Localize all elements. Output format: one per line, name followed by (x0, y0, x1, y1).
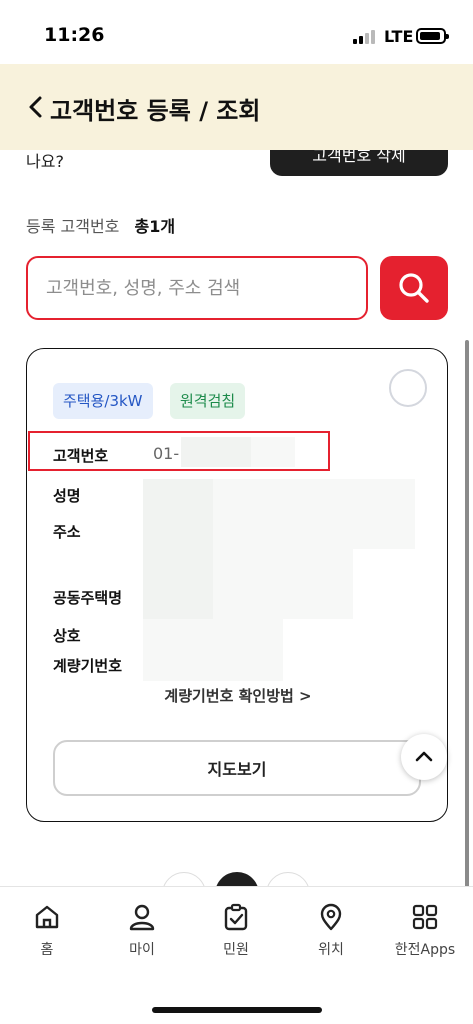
tab-location-label: 위치 (318, 942, 344, 958)
customer-number-value: 01- (153, 444, 180, 463)
battery-icon (416, 28, 449, 44)
masked-customer-number (181, 437, 251, 467)
business-label: 상호 (53, 627, 81, 645)
tab-home-label: 홈 (40, 942, 54, 958)
page-header: 고객번호 등록 / 조회 (0, 64, 473, 150)
collapse-button[interactable] (401, 734, 447, 780)
tab-kepco-apps[interactable]: 한전Apps (378, 903, 472, 967)
person-icon (129, 904, 155, 931)
network-label: LTE (384, 27, 414, 46)
masked-address-2 (283, 479, 353, 549)
search-button[interactable] (380, 256, 448, 320)
masked-apartment-3 (283, 549, 353, 619)
home-indicator[interactable] (152, 1007, 322, 1013)
search-box (26, 256, 368, 320)
masked-address-1 (213, 479, 283, 549)
tab-kepco-apps-label: 한전Apps (394, 942, 456, 958)
apps-grid-icon (412, 904, 438, 930)
back-arrow-icon[interactable] (26, 94, 48, 120)
masked-customer-number-tail (251, 437, 295, 467)
registered-count-row: 등록 고객번호 총1개 (26, 213, 175, 237)
masked-meter-number (213, 619, 283, 681)
tab-my[interactable]: 마이 (95, 903, 189, 967)
apartment-label: 공동주택명 (53, 589, 123, 607)
status-bar: 11:26 LTE (0, 0, 473, 64)
meter-number-label: 계량기번호 (53, 657, 123, 675)
address-label: 주소 (53, 523, 81, 541)
tab-home[interactable]: 홈 (0, 903, 94, 967)
bottom-tab-bar: 홈 마이 민원 위치 한전Apps (0, 886, 473, 1024)
masked-address-3 (353, 479, 415, 549)
contract-type-badge: 주택용/3kW (53, 383, 153, 419)
tab-location[interactable]: 위치 (284, 903, 378, 967)
page-title: 고객번호 등록 / 조회 (50, 97, 261, 125)
tab-complaint[interactable]: 민원 (189, 903, 283, 967)
tab-my-label: 마이 (129, 942, 155, 958)
masked-apartment (143, 549, 213, 619)
search-input[interactable] (28, 258, 366, 318)
name-label: 성명 (53, 487, 81, 505)
masked-name (143, 479, 213, 549)
customer-number-label: 고객번호 (53, 447, 109, 465)
scrollbar[interactable] (465, 340, 469, 912)
clipboard-check-icon (224, 903, 248, 931)
home-icon (35, 905, 59, 929)
signal-icon (353, 30, 379, 44)
masked-apartment-2 (213, 549, 283, 619)
customer-card: 주택용/3kW 원격검침 고객번호 01- 성명 주소 공동주택명 상호 계량기… (26, 348, 448, 822)
masked-business (143, 619, 213, 681)
meter-number-help-link[interactable]: 계량기번호 확인방법 > (27, 685, 449, 706)
status-time: 11:26 (44, 24, 105, 46)
partial-question-text: 나요? (26, 152, 64, 171)
chevron-up-icon (415, 751, 433, 762)
select-radio[interactable] (389, 369, 427, 407)
location-pin-icon (320, 903, 342, 931)
remote-reading-badge: 원격검침 (170, 383, 246, 419)
registered-count: 총1개 (134, 217, 176, 236)
tab-complaint-label: 민원 (223, 942, 249, 958)
view-map-button[interactable]: 지도보기 (53, 740, 421, 796)
search-icon (399, 273, 429, 303)
registered-label: 등록 고객번호 (26, 217, 120, 236)
